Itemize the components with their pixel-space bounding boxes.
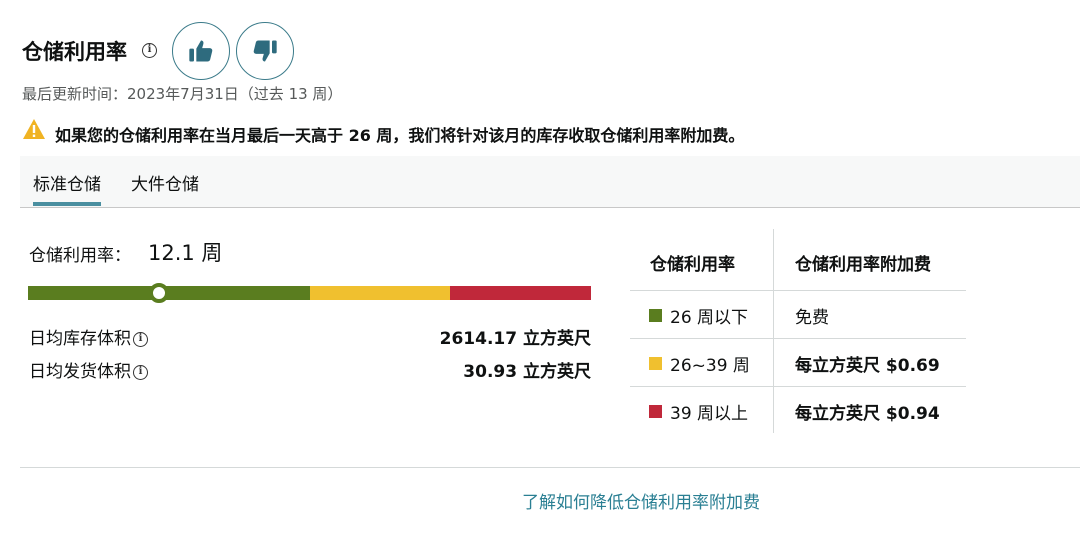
table-row: 26~39 周 每立方英尺 $0.69 [630, 338, 966, 386]
warning-text: 如果您的仓储利用率在当月最后一天高于 26 周，我们将针对该月的库存收取仓储利用… [55, 126, 745, 145]
tab-oversize-storage[interactable]: 大件仓储 [131, 170, 199, 195]
gauge-segment-high [450, 286, 591, 300]
warning-icon [23, 119, 45, 139]
metric-row-inventory: 日均库存体积 i 2614.17 立方英尺 [29, 324, 591, 349]
tier-label: 39 周以上 [670, 404, 749, 424]
tab-standard-storage[interactable]: 标准仓储 [33, 170, 101, 206]
tier-color-swatch [649, 405, 662, 418]
tab-bar: 标准仓储 大件仓储 [20, 156, 1080, 208]
metric-label-shipped-text: 日均发货体积 [29, 362, 131, 382]
tier-label: 26~39 周 [670, 356, 750, 376]
table-row: 26 周以下 免费 [630, 290, 966, 338]
tier-label: 26 周以下 [670, 308, 749, 328]
utilization-gauge-bar [28, 286, 591, 300]
table-header-surcharge: 仓储利用率附加费 [795, 255, 931, 275]
last-updated-text: 最后更新时间：2023年7月31日（过去 13 周） [22, 85, 343, 103]
tier-color-swatch [649, 357, 662, 370]
thumbs-up-button[interactable] [172, 22, 230, 80]
utilization-value: 12.1 周 [148, 241, 223, 265]
info-icon[interactable]: i [142, 43, 157, 58]
tier-fee: 免费 [795, 308, 829, 328]
thumbs-up-icon [189, 40, 213, 62]
page-title: 仓储利用率 i [22, 36, 157, 66]
table-row: 39 周以上 每立方英尺 $0.94 [630, 386, 966, 434]
utilization-gauge-marker [149, 283, 169, 303]
thumbs-down-button[interactable] [236, 22, 294, 80]
page-header: 仓储利用率 i [22, 22, 422, 80]
tier-fee: 每立方英尺 $0.69 [795, 356, 940, 376]
page-title-text: 仓储利用率 [22, 40, 127, 64]
tier-color-swatch [649, 309, 662, 322]
info-icon[interactable]: i [133, 364, 148, 380]
metric-label-inventory: 日均库存体积 i [29, 324, 148, 349]
metric-label-inventory-text: 日均库存体积 [29, 329, 131, 349]
learn-more-link[interactable]: 了解如何降低仓储利用率附加费 [522, 488, 760, 513]
section-divider [20, 467, 1080, 468]
tier-fee: 每立方英尺 $0.94 [795, 404, 940, 424]
utilization-label: 仓储利用率： [29, 246, 131, 266]
metric-label-shipped: 日均发货体积 i [29, 357, 148, 382]
info-icon[interactable]: i [133, 331, 148, 347]
metric-value-shipped: 30.93 立方英尺 [463, 362, 591, 382]
table-header-utilization: 仓储利用率 [650, 255, 735, 275]
thumbs-down-icon [253, 40, 277, 62]
metric-row-shipped: 日均发货体积 i 30.93 立方英尺 [29, 357, 591, 382]
metric-value-inventory: 2614.17 立方英尺 [439, 329, 591, 349]
gauge-segment-mid [309, 286, 451, 300]
